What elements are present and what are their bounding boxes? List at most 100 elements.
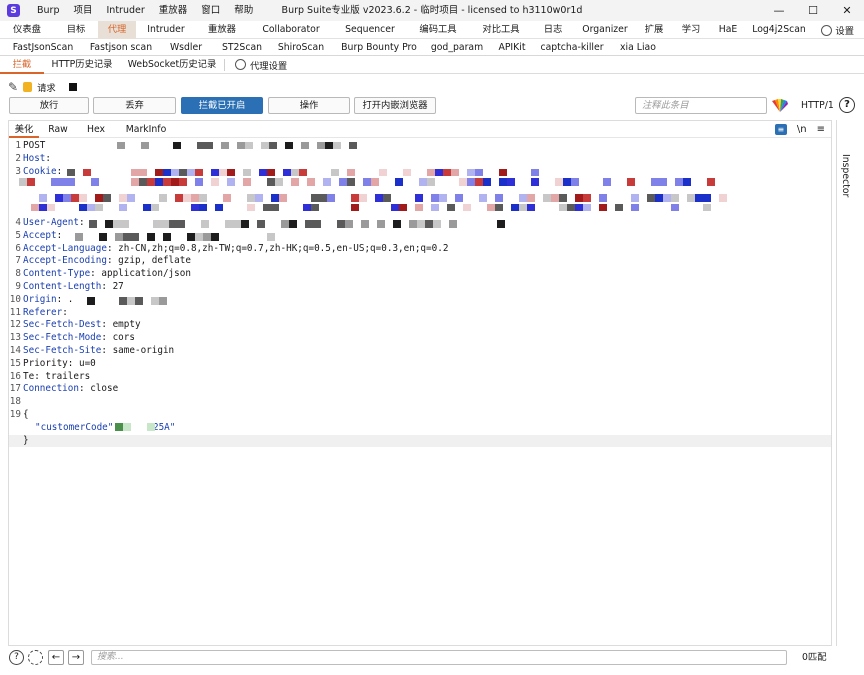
tab-target[interactable]: 目标 xyxy=(54,21,98,39)
redaction-pixel xyxy=(199,194,207,202)
tab-organizer[interactable]: Organizer xyxy=(574,21,636,39)
minimize-button[interactable]: — xyxy=(762,0,796,21)
back-arrow-icon[interactable]: ← xyxy=(48,650,64,665)
maximize-button[interactable]: ☐ xyxy=(796,0,830,21)
tab-god-param[interactable]: god_param xyxy=(424,39,490,56)
redaction-pixel xyxy=(419,178,427,186)
tab-captcha-killer[interactable]: captcha-killer xyxy=(534,39,610,56)
redaction-pixel xyxy=(117,142,125,149)
editor-menu-icon[interactable]: ≡ xyxy=(817,124,825,135)
tab-intercept[interactable]: 拦截 xyxy=(0,56,44,74)
inspector-panel[interactable]: Inspector xyxy=(836,120,858,646)
tab-http-history[interactable]: HTTP历史记录 xyxy=(44,56,120,74)
redaction-pixel xyxy=(289,220,297,228)
tab-fastjson-scan[interactable]: Fastjson scan xyxy=(86,39,156,56)
tab-burp-bounty-pro[interactable]: Burp Bounty Pro xyxy=(334,39,424,56)
open-browser-button[interactable]: 打开内嵌浏览器 xyxy=(354,97,436,114)
forward-button[interactable]: 放行 xyxy=(9,97,89,114)
tab-pretty[interactable]: 美化 xyxy=(9,121,39,138)
redaction-pixel xyxy=(575,194,583,202)
tab-extensions[interactable]: 扩展 xyxy=(636,21,672,39)
redaction-pixel xyxy=(495,204,503,211)
wrap-icon[interactable]: ≡ xyxy=(774,124,787,135)
tab-log4j2scan[interactable]: Log4j2Scan xyxy=(746,21,812,39)
menu-project[interactable]: 项目 xyxy=(66,0,99,21)
tab-proxy[interactable]: 代理 xyxy=(98,20,136,39)
forward-arrow-icon[interactable]: → xyxy=(68,650,84,665)
redaction-pixel xyxy=(431,204,439,211)
help-icon[interactable]: ? xyxy=(839,97,855,113)
tab-comparer[interactable]: 对比工具 xyxy=(470,21,532,39)
redaction-pixel xyxy=(233,220,241,228)
tab-repeater[interactable]: 重放器 xyxy=(196,21,248,39)
json-close-line: } xyxy=(9,434,831,448)
tab-decoder[interactable]: 编码工具 xyxy=(406,21,470,39)
redaction-pixel xyxy=(131,233,139,241)
settings-button[interactable]: 设置 xyxy=(821,21,854,39)
redaction-pixel xyxy=(475,178,483,186)
tab-hex[interactable]: Hex xyxy=(77,121,115,138)
tab-hae[interactable]: HaE xyxy=(710,21,746,39)
redaction-pixel xyxy=(311,204,319,211)
tab-websocket-history[interactable]: WebSocket历史记录 xyxy=(120,56,224,74)
tab-dashboard[interactable]: 仪表盘 xyxy=(0,21,54,39)
tab-wsdler[interactable]: Wsdler xyxy=(156,39,216,56)
redaction-pixel xyxy=(71,194,79,202)
menu-burp[interactable]: Burp xyxy=(30,0,66,21)
request-editor[interactable]: 美化 Raw Hex MarkInfo ≡ \n ≡ 1 POST 2 Host: … xyxy=(8,120,832,646)
redaction-pixel xyxy=(245,142,253,149)
search-input[interactable]: 搜索... xyxy=(91,650,787,665)
redaction-pixel xyxy=(241,220,249,228)
menu-repeater[interactable]: 重放器 xyxy=(152,0,195,21)
highlight-color-icon[interactable] xyxy=(771,98,789,113)
tab-intruder[interactable]: Intruder xyxy=(136,21,196,39)
tab-logger[interactable]: 日志 xyxy=(532,21,574,39)
redaction-pixel xyxy=(447,204,455,211)
redaction-pixel xyxy=(267,178,275,186)
redaction-pixel xyxy=(155,178,163,186)
newline-toggle[interactable]: \n xyxy=(797,124,807,135)
redaction-pixel xyxy=(121,220,129,228)
protocol-selector[interactable]: HTTP/1 xyxy=(801,97,834,114)
action-button[interactable]: 操作 xyxy=(268,97,350,114)
request-line-6: 6 Accept-Language: zh-CN,zh;q=0.8,zh-TW;q… xyxy=(15,242,449,254)
proxy-settings-button[interactable]: 代理设置 xyxy=(235,58,287,72)
tab-xia-liao[interactable]: xia Liao xyxy=(610,39,666,56)
gear-icon[interactable] xyxy=(28,650,43,665)
redaction-pixel xyxy=(89,220,97,228)
inspector-label[interactable]: Inspector xyxy=(840,154,851,197)
redaction-pixel xyxy=(105,220,113,228)
tab-learn[interactable]: 学习 xyxy=(672,21,710,39)
help-icon[interactable]: ? xyxy=(9,650,24,665)
tab-fastjsonscan[interactable]: FastJsonScan xyxy=(0,39,86,56)
tab-apikit[interactable]: APIKit xyxy=(490,39,534,56)
redaction-pixel xyxy=(183,194,191,202)
menu-intruder[interactable]: Intruder xyxy=(100,0,152,21)
tab-shiroscan[interactable]: ShiroScan xyxy=(268,39,334,56)
redaction-pixel xyxy=(575,204,583,211)
redaction-pixel xyxy=(291,178,299,186)
menu-window[interactable]: 窗口 xyxy=(194,0,227,21)
tab-sequencer[interactable]: Sequencer xyxy=(334,21,406,39)
redaction-pixel xyxy=(415,204,423,211)
close-button[interactable]: ✕ xyxy=(830,0,864,21)
tab-raw[interactable]: Raw xyxy=(39,121,77,138)
redaction-pixel xyxy=(393,220,401,228)
tab-markinfo[interactable]: MarkInfo xyxy=(115,121,177,138)
editor-tab-bar: 美化 Raw Hex MarkInfo xyxy=(9,121,831,138)
drop-button[interactable]: 丢弃 xyxy=(93,97,176,114)
redaction-pixel xyxy=(267,233,275,241)
pencil-icon[interactable]: ✎ xyxy=(8,80,18,94)
redaction-pixel xyxy=(559,194,567,202)
redaction-pixel xyxy=(67,169,75,176)
tab-collaborator[interactable]: Collaborator xyxy=(248,21,334,39)
intercept-toggle-button[interactable]: 拦截已开启 xyxy=(181,97,263,114)
redaction-pixel xyxy=(27,178,35,186)
redaction-pixel xyxy=(191,194,199,202)
menu-help[interactable]: 帮助 xyxy=(227,0,260,21)
redaction-pixel xyxy=(283,169,291,176)
tab-st2scan[interactable]: ST2Scan xyxy=(216,39,268,56)
redaction-pixel xyxy=(173,142,181,149)
comment-input[interactable]: 注释此条目 xyxy=(635,97,767,114)
redaction-pixel xyxy=(123,423,131,431)
